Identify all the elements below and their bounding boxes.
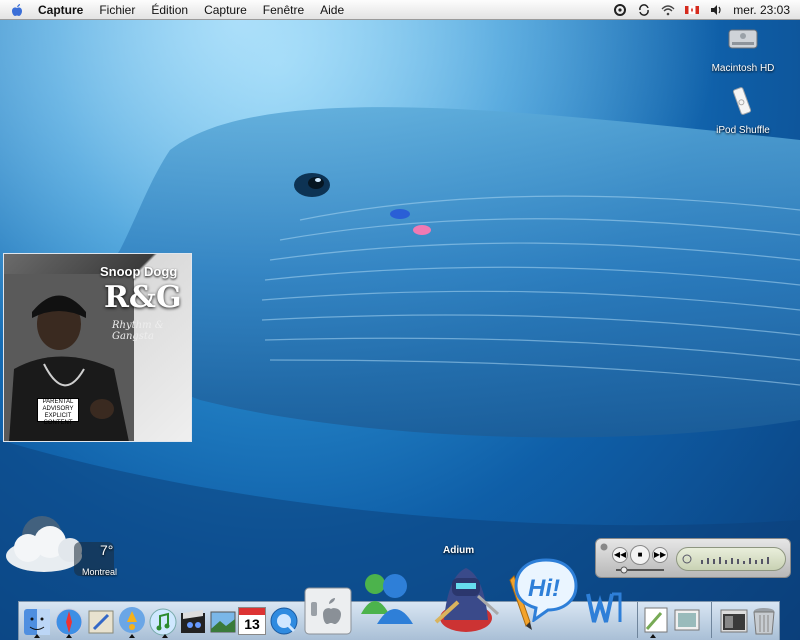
- itunes-controller-widget: ◀◀ ■ ▶▶: [595, 538, 791, 578]
- running-indicator: [129, 634, 135, 638]
- parental-advisory-label: PARENTAL ADVISORY EXPLICIT CONTENT: [37, 398, 79, 426]
- equalizer-icon: [682, 554, 769, 564]
- sync-icon[interactable]: [637, 3, 651, 17]
- previous-track-button[interactable]: ◀◀: [612, 547, 628, 563]
- album-artist: Snoop Dogg: [100, 264, 178, 279]
- menu-app-name[interactable]: Capture: [38, 3, 83, 17]
- info-icon[interactable]: [600, 543, 608, 551]
- album-art-widget[interactable]: Snoop Dogg R&G Rhythm & Gangsta PARENTAL…: [3, 253, 192, 442]
- volume-slider[interactable]: [610, 566, 670, 574]
- wifi-icon[interactable]: [661, 3, 675, 17]
- itunes-lcd-display: [676, 547, 786, 571]
- ipod-shuffle-icon: [732, 87, 752, 115]
- weather-widget[interactable]: 7° Montreal: [4, 512, 118, 578]
- dock-separator: [637, 602, 638, 638]
- running-indicator: [66, 634, 72, 638]
- desktop-icon-label: iPod Shuffle: [716, 125, 770, 136]
- album-title: R&G: [104, 280, 182, 315]
- desktop-icon-ipod-shuffle[interactable]: iPod Shuffle: [708, 84, 778, 136]
- canada-flag-icon[interactable]: [685, 3, 700, 17]
- imovie-icon[interactable]: [178, 607, 208, 637]
- menu-bar: Capture Fichier Édition Capture Fenêtre …: [0, 0, 800, 20]
- menu-capture[interactable]: Capture: [204, 3, 247, 17]
- word-icon[interactable]: [582, 586, 626, 630]
- image-capture-icon[interactable]: [672, 605, 702, 635]
- next-track-button[interactable]: ▶▶: [652, 547, 668, 563]
- ichat-icon[interactable]: [116, 605, 148, 637]
- running-indicator: [34, 634, 40, 638]
- album-subtitle: Rhythm & Gangsta: [112, 320, 164, 342]
- desktop-icon-label: Macintosh HD: [711, 63, 775, 74]
- menubar-clock[interactable]: mer. 23:03: [733, 3, 790, 17]
- iphoto-icon[interactable]: [208, 607, 238, 637]
- desktop-icon-macintosh-hd[interactable]: Macintosh HD: [708, 22, 778, 74]
- volume-icon[interactable]: [709, 3, 723, 17]
- weather-temperature: 7°: [100, 542, 114, 558]
- trash-icon[interactable]: [751, 606, 777, 636]
- itunes-icon[interactable]: [148, 607, 178, 637]
- weather-city: Montreal: [82, 567, 118, 577]
- stop-button[interactable]: ■: [630, 545, 650, 565]
- hard-drive-icon: [728, 29, 758, 49]
- script-icon[interactable]: [613, 3, 627, 17]
- ical-icon[interactable]: 13: [238, 607, 266, 635]
- ical-date: 13: [244, 616, 260, 632]
- window-thumbnail-icon[interactable]: [719, 606, 749, 636]
- finder-icon[interactable]: [22, 607, 52, 637]
- menu-fenetre[interactable]: Fenêtre: [263, 3, 304, 17]
- menu-aide[interactable]: Aide: [320, 3, 344, 17]
- hi-bubble-text: Hi!: [528, 575, 560, 602]
- preview-icon[interactable]: [641, 605, 671, 635]
- hi-bubble-icon[interactable]: Hi!: [514, 556, 578, 622]
- dock-separator: [711, 602, 712, 638]
- running-indicator: [650, 634, 656, 638]
- adium-icon[interactable]: [428, 556, 504, 634]
- dock-hover-label: Adium: [443, 545, 475, 556]
- quicktime-icon[interactable]: [268, 605, 300, 637]
- apple-menu-icon[interactable]: [10, 3, 24, 17]
- running-indicator: [162, 634, 168, 638]
- mail-icon[interactable]: [86, 607, 116, 637]
- msn-messenger-icon[interactable]: [357, 566, 417, 632]
- apple-switch-icon[interactable]: [303, 586, 353, 636]
- menu-edition[interactable]: Édition: [151, 3, 188, 17]
- menu-fichier[interactable]: Fichier: [99, 3, 135, 17]
- safari-icon[interactable]: [54, 607, 84, 637]
